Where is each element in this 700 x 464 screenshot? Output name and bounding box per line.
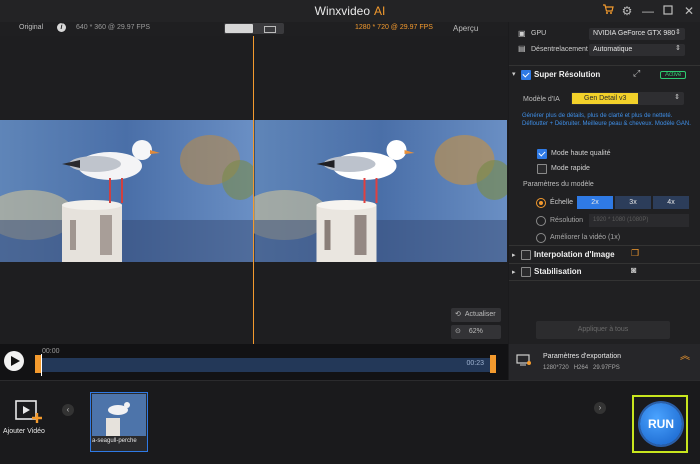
preview-area: ⟲ Actualiser ⊙ 62% bbox=[0, 36, 508, 344]
export-settings-icon bbox=[516, 354, 531, 366]
improve-video-radio[interactable] bbox=[536, 233, 546, 243]
clip-thumbnail[interactable]: a-seagull-perche bbox=[90, 392, 148, 452]
trim-end-handle[interactable] bbox=[490, 355, 496, 373]
original-label: Original bbox=[19, 24, 44, 31]
clip-thumbnail-image bbox=[92, 394, 146, 436]
split-view-button[interactable] bbox=[225, 24, 253, 33]
scale-4x-button[interactable]: 4x bbox=[653, 196, 689, 209]
super-resolution-title: Super Résolution bbox=[534, 70, 601, 79]
super-resolution-checkbox[interactable] bbox=[521, 70, 531, 80]
preview-frame bbox=[254, 120, 507, 262]
select-arrow-icon: ⇕ bbox=[675, 29, 681, 36]
model-label: Modèle d'IA bbox=[523, 96, 560, 103]
info-icon[interactable]: i bbox=[57, 23, 66, 32]
app-title-text: Winxvideo bbox=[314, 4, 370, 18]
deinterlace-select[interactable]: Automatique bbox=[589, 44, 685, 56]
end-time: 00:23 bbox=[466, 360, 484, 367]
camera-icon: ◙ bbox=[631, 265, 637, 275]
bottom-bar: Ajouter Vidéo ‹ a-seagull-perche › RUN bbox=[0, 380, 700, 464]
zoom-label: 62% bbox=[468, 328, 483, 335]
refresh-label: Actualiser bbox=[464, 311, 496, 318]
side-view-button[interactable] bbox=[255, 24, 283, 33]
gear-icon[interactable]: ⚙ bbox=[619, 3, 635, 19]
chevron-up-icon[interactable]: ︽ bbox=[680, 352, 690, 362]
export-settings[interactable]: Paramètres d'exportation 1280*720 H264 2… bbox=[509, 344, 700, 380]
improve-video-label: Améliorer la vidéo (1x) bbox=[550, 234, 621, 241]
app-title: Winxvideo AI bbox=[0, 4, 700, 18]
model-description: Générer plus de détails, plus de clarté … bbox=[522, 113, 691, 127]
select-arrow-icon: ⇕ bbox=[675, 45, 681, 52]
collapse-icon[interactable]: ▾ bbox=[512, 70, 516, 78]
stabilization-title: Stabilisation bbox=[534, 267, 582, 276]
clip-name: a-seagull-perche bbox=[92, 438, 137, 444]
high-quality-label: Mode haute qualité bbox=[551, 150, 611, 157]
original-info: 640 * 360 @ 29.97 FPS bbox=[76, 24, 151, 31]
zoom-icon: ⊙ bbox=[455, 328, 461, 335]
export-title: Paramètres d'exportation bbox=[543, 353, 621, 360]
zoom-button[interactable]: ⊙ 62% bbox=[451, 325, 501, 339]
compare-view-toggle[interactable] bbox=[224, 23, 284, 34]
preview-label: Aperçu bbox=[453, 24, 479, 33]
export-info: 1280*720 H264 29.97FPS bbox=[543, 365, 620, 371]
scale-2x-button[interactable]: 2x bbox=[577, 196, 613, 209]
gpu-icon: ▣ bbox=[518, 29, 526, 38]
add-video-label: Ajouter Vidéo bbox=[3, 428, 45, 435]
gpu-label: GPU bbox=[531, 30, 547, 37]
scale-label: Échelle bbox=[550, 199, 573, 206]
add-video-button[interactable]: Ajouter Vidéo bbox=[3, 395, 53, 437]
chevron-left-icon[interactable]: ‹ bbox=[62, 404, 74, 416]
preview-header: Original i 640 * 360 @ 29.97 FPS 1280 * … bbox=[0, 22, 508, 36]
deinterlace-icon: ▤ bbox=[518, 44, 526, 53]
chevron-right-icon[interactable]: › bbox=[594, 402, 606, 414]
apply-all-label: Appliquer à tous bbox=[577, 326, 629, 333]
start-time: 00:00 bbox=[42, 348, 60, 355]
split-divider[interactable] bbox=[253, 36, 254, 344]
refresh-icon: ⟲ bbox=[455, 311, 461, 318]
output-info: 1280 * 720 @ 29.97 FPS bbox=[355, 24, 433, 31]
play-button[interactable] bbox=[4, 351, 24, 371]
timeline-track[interactable]: 00:23 bbox=[40, 358, 492, 372]
close-icon[interactable]: ✕ bbox=[681, 3, 697, 19]
maximize-icon[interactable] bbox=[660, 3, 676, 19]
interpolation-checkbox[interactable] bbox=[521, 250, 531, 260]
high-quality-checkbox[interactable] bbox=[537, 149, 547, 159]
scale-3x-button[interactable]: 3x bbox=[615, 196, 651, 209]
model-select[interactable]: Gen Detail v3 ⇕ bbox=[571, 92, 684, 105]
play-icon bbox=[11, 356, 20, 366]
interpolation-title: Interpolation d'Image bbox=[534, 250, 615, 259]
expand-icon[interactable]: ⤢ bbox=[633, 68, 640, 79]
fast-mode-label: Mode rapide bbox=[551, 165, 590, 172]
run-button-frame: RUN bbox=[632, 395, 688, 453]
original-frame bbox=[0, 120, 253, 262]
timeline: 00:00 00:23 bbox=[0, 344, 508, 380]
title-bar: Winxvideo AI ⚙ — ✕ bbox=[0, 0, 700, 22]
expand-arrow-icon[interactable]: ▸ bbox=[512, 268, 516, 276]
run-button[interactable]: RUN bbox=[640, 403, 682, 445]
resolution-select[interactable]: 1920 * 1080 (1080P) bbox=[589, 214, 689, 227]
model-value: Gen Detail v3 bbox=[572, 93, 639, 104]
stabilization-checkbox[interactable] bbox=[521, 267, 531, 277]
expand-arrow-icon[interactable]: ▸ bbox=[512, 251, 516, 259]
resolution-radio[interactable] bbox=[536, 216, 546, 226]
scale-radio[interactable] bbox=[536, 198, 546, 208]
minimize-icon[interactable]: — bbox=[640, 3, 656, 19]
fast-mode-checkbox[interactable] bbox=[537, 164, 547, 174]
apply-all-button[interactable]: Appliquer à tous bbox=[536, 321, 670, 339]
deinterlace-label: Désentrelacement bbox=[531, 46, 588, 53]
add-video-icon bbox=[15, 400, 42, 423]
cart-icon[interactable] bbox=[600, 3, 616, 19]
photo-icon: ❐ bbox=[631, 248, 640, 258]
app-title-ai: AI bbox=[374, 4, 386, 18]
params-label: Paramètres du modèle bbox=[523, 181, 594, 188]
select-arrow-icon: ⇕ bbox=[674, 94, 680, 101]
settings-panel: ▣ GPU NVIDIA GeForce GTX 980 ⇕ ▤ Désentr… bbox=[509, 22, 700, 344]
resolution-label: Résolution bbox=[550, 217, 584, 224]
playhead[interactable] bbox=[41, 354, 42, 376]
refresh-button[interactable]: ⟲ Actualiser bbox=[451, 308, 501, 322]
active-badge: Activé bbox=[660, 71, 687, 79]
gpu-select[interactable]: NVIDIA GeForce GTX 980 bbox=[589, 28, 685, 40]
